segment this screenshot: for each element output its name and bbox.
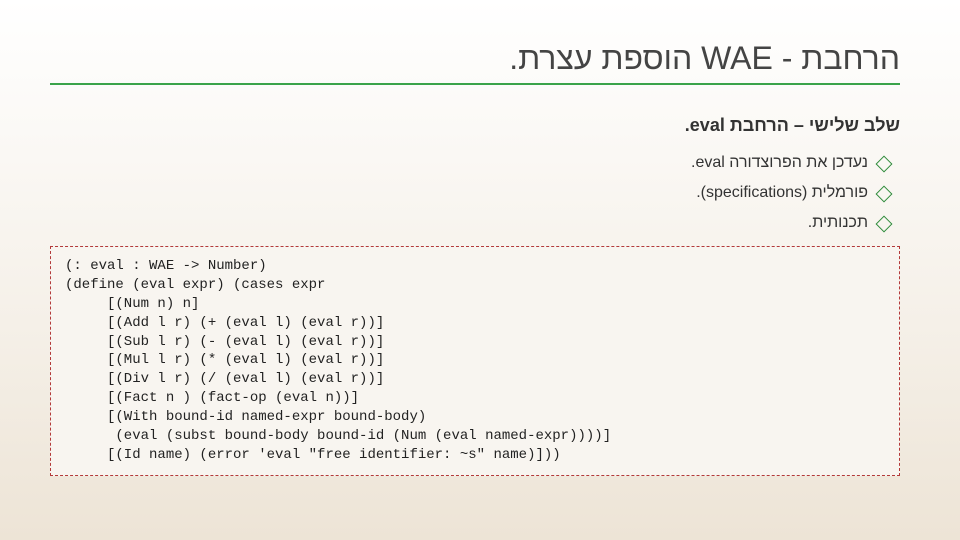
list-item: פורמלית (specifications). [50,184,890,202]
code-block: (: eval : WAE -> Number) (define (eval e… [50,246,900,476]
diamond-icon [876,156,893,173]
slide: הרחבת - WAE הוספת עצרת. שלב שלישי – הרחב… [0,0,960,540]
bullet-text: פורמלית (specifications). [696,184,868,202]
diamond-icon [876,216,893,233]
bullet-list: נעדכן את הפרוצדורה eval. פורמלית (specif… [50,154,890,232]
slide-title: הרחבת - WAE הוספת עצרת. [50,40,900,77]
list-item: נעדכן את הפרוצדורה eval. [50,154,890,172]
list-item: תכנותית. [50,214,890,232]
section-heading: שלב שלישי – הרחבת eval. [50,115,900,136]
diamond-icon [876,186,893,203]
content-area: שלב שלישי – הרחבת eval. נעדכן את הפרוצדו… [50,115,900,476]
bullet-text: נעדכן את הפרוצדורה eval. [691,154,868,172]
bullet-text: תכנותית. [808,214,868,232]
title-underline [50,83,900,85]
